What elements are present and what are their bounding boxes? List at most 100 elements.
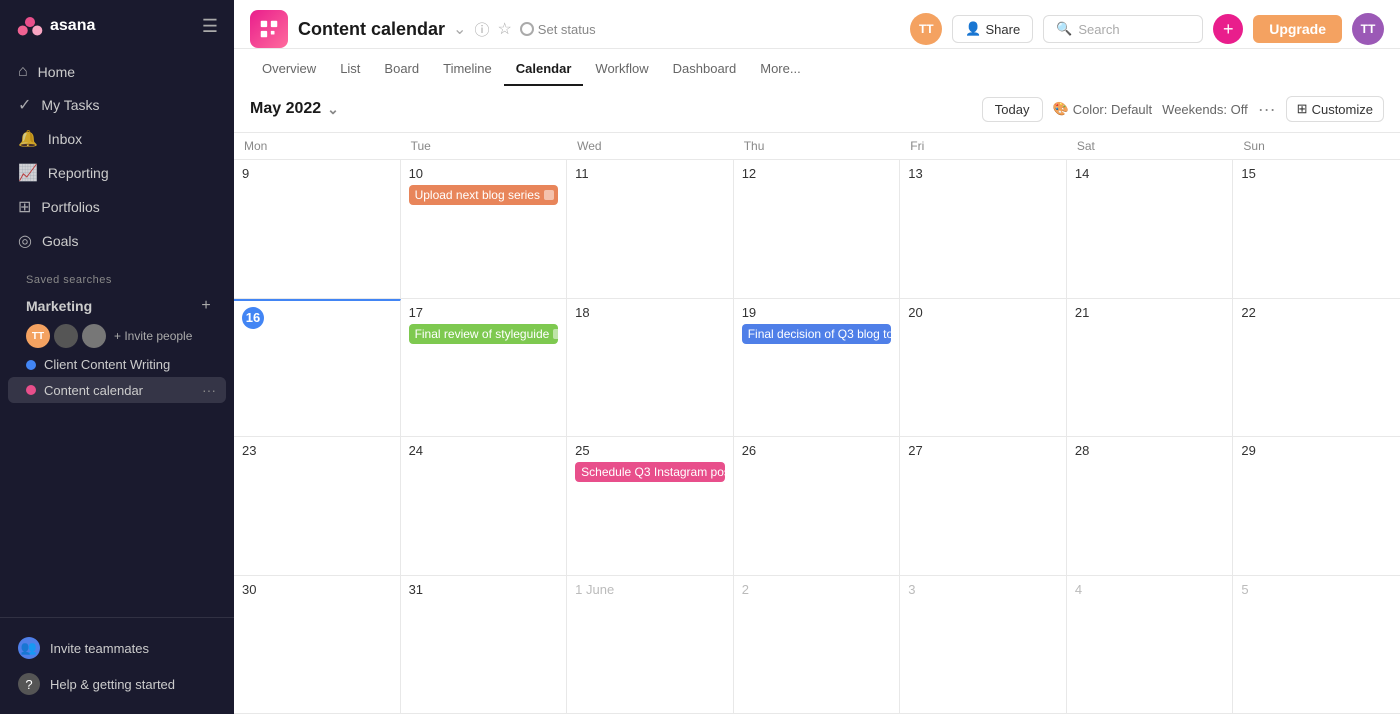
calendar-cell-3-0[interactable]: 30 (234, 576, 401, 714)
calendar-cell-3-5[interactable]: 4 (1067, 576, 1234, 714)
toolbar-right: Today 🎨 Color: Default Weekends: Off ···… (982, 96, 1384, 122)
share-button[interactable]: 👤 Share (952, 15, 1033, 43)
calendar-cell-0-2[interactable]: 11 (567, 160, 734, 298)
event-label: Schedule Q3 Instagram posts (581, 465, 725, 479)
bell-icon: 🔔 (18, 129, 38, 149)
calendar-cell-1-0[interactable]: 16 (234, 299, 401, 437)
cell-date-number: 27 (908, 443, 1058, 458)
sidebar-item-reporting[interactable]: 📈 Reporting (8, 156, 226, 190)
event-pill[interactable]: Upload next blog series (409, 185, 559, 205)
calendar-cell-2-5[interactable]: 28 (1067, 437, 1234, 575)
tab-more[interactable]: More... (748, 53, 812, 86)
sidebar-item-my-tasks[interactable]: ✓ My Tasks (8, 88, 226, 122)
calendar-cell-2-6[interactable]: 29 (1233, 437, 1400, 575)
event-pill[interactable]: Final decision of Q3 blog topics (742, 324, 892, 344)
tab-timeline[interactable]: Timeline (431, 53, 504, 86)
calendar-cell-1-6[interactable]: 22 (1233, 299, 1400, 437)
color-button[interactable]: 🎨 Color: Default (1053, 101, 1153, 117)
calendar-cell-3-4[interactable]: 3 (900, 576, 1067, 714)
asana-logo-text: asana (50, 17, 95, 35)
page-header: Content calendar ⌄ ⓘ ☆ Set status TT 👤 S… (234, 0, 1400, 49)
calendar-cell-0-0[interactable]: 9 (234, 160, 401, 298)
calendar-cell-2-2[interactable]: 25Schedule Q3 Instagram posts (567, 437, 734, 575)
invite-teammates-button[interactable]: 👥 Invite teammates (8, 630, 226, 666)
marketing-title: Marketing (26, 298, 92, 314)
event-dot-icon (553, 329, 558, 339)
asana-logo[interactable]: asana (16, 12, 95, 40)
cell-date-number: 10 (409, 166, 559, 181)
cell-date-number: 22 (1241, 305, 1392, 320)
weekends-button[interactable]: Weekends: Off (1162, 102, 1248, 117)
calendar-cell-0-4[interactable]: 13 (900, 160, 1067, 298)
header-avatar: TT (910, 13, 942, 45)
invite-people-label: + Invite people (114, 329, 192, 343)
tab-overview[interactable]: Overview (250, 53, 328, 86)
cal-header-sun: Sun (1233, 133, 1400, 159)
calendar-cell-0-3[interactable]: 12 (734, 160, 901, 298)
star-icon[interactable]: ☆ (497, 19, 511, 39)
customize-button[interactable]: ⊞ Customize (1286, 96, 1384, 122)
calendar-cell-3-6[interactable]: 5 (1233, 576, 1400, 714)
calendar-cell-1-2[interactable]: 18 (567, 299, 734, 437)
calendar-header-row: MonTueWedThuFriSatSun (234, 133, 1400, 160)
sidebar-item-client-content[interactable]: Client Content Writing (8, 352, 226, 377)
sidebar-item-inbox[interactable]: 🔔 Inbox (8, 122, 226, 156)
tab-board[interactable]: Board (372, 53, 431, 86)
upgrade-label: Upgrade (1269, 21, 1326, 37)
upgrade-button[interactable]: Upgrade (1253, 15, 1342, 43)
search-placeholder: Search (1078, 22, 1119, 37)
calendar-cell-3-2[interactable]: 1 June (567, 576, 734, 714)
cal-header-sat: Sat (1067, 133, 1234, 159)
sidebar-item-content-calendar[interactable]: Content calendar ··· (8, 377, 226, 403)
calendar-cell-1-3[interactable]: 19 Final decision of Q3 blog topics (734, 299, 901, 437)
hamburger-icon[interactable]: ☰ (202, 16, 218, 37)
tab-dashboard[interactable]: Dashboard (661, 53, 749, 86)
calendar-cell-3-1[interactable]: 31 (401, 576, 568, 714)
calendar-cell-1-1[interactable]: 17 Final review of styleguide (401, 299, 568, 437)
calendar-cell-2-0[interactable]: 23 (234, 437, 401, 575)
cell-date-number: 19 (742, 305, 892, 320)
calendar-cell-1-4[interactable]: 20 (900, 299, 1067, 437)
invite-teammates-label: Invite teammates (50, 641, 149, 656)
user-avatar[interactable]: TT (1352, 13, 1384, 45)
calendar-cell-2-4[interactable]: 27 (900, 437, 1067, 575)
cell-date-number: 17 (409, 305, 559, 320)
today-label: Today (995, 102, 1030, 117)
calendar-cell-2-1[interactable]: 24 (401, 437, 568, 575)
calendar-cell-0-5[interactable]: 14 (1067, 160, 1234, 298)
month-selector[interactable]: May 2022 ⌄ (250, 100, 339, 118)
calendar-cell-2-3[interactable]: 26 (734, 437, 901, 575)
today-button[interactable]: Today (982, 97, 1043, 122)
sidebar-item-my-tasks-label: My Tasks (41, 97, 99, 113)
calendar-week-2: 232425Schedule Q3 Instagram posts 26 27 282… (234, 437, 1400, 576)
weekends-label: Weekends: Off (1162, 102, 1248, 117)
sidebar-item-portfolios[interactable]: ⊞ Portfolios (8, 190, 226, 224)
more-options-button[interactable]: ··· (1258, 99, 1276, 120)
event-pill[interactable]: Schedule Q3 Instagram posts (575, 462, 725, 482)
calendar-cell-3-3[interactable]: 2 (734, 576, 901, 714)
cell-date-number: 26 (742, 443, 892, 458)
calendar-cell-0-6[interactable]: 15 (1233, 160, 1400, 298)
sidebar-item-goals-label: Goals (42, 233, 79, 249)
sidebar-item-goals[interactable]: ◎ Goals (8, 224, 226, 258)
set-status-button[interactable]: Set status (520, 22, 596, 37)
project-dot-client-content (26, 360, 36, 370)
sidebar-bottom: 👥 Invite teammates ? Help & getting star… (0, 617, 234, 714)
sidebar-item-home[interactable]: ⌂ Home (8, 56, 226, 88)
event-pill[interactable]: Final review of styleguide (409, 324, 559, 344)
cell-date-number: 21 (1075, 305, 1225, 320)
tab-calendar[interactable]: Calendar (504, 53, 584, 86)
calendar-cell-0-1[interactable]: 10 Upload next blog series (401, 160, 568, 298)
chevron-down-icon[interactable]: ⌄ (453, 19, 466, 39)
project-more-icon[interactable]: ··· (202, 382, 216, 398)
invite-people-button[interactable]: + Invite people (110, 329, 196, 343)
tab-list[interactable]: List (328, 53, 372, 86)
tab-workflow[interactable]: Workflow (583, 53, 660, 86)
info-icon[interactable]: ⓘ (474, 19, 489, 40)
calendar-week-1: 16 17 Final review of styleguide 18 19 Final … (234, 299, 1400, 438)
calendar-cell-1-5[interactable]: 21 (1067, 299, 1234, 437)
help-button[interactable]: ? Help & getting started (8, 666, 226, 702)
add-button[interactable]: + (1213, 14, 1243, 44)
marketing-add-button[interactable]: + (196, 296, 216, 316)
search-box[interactable]: 🔍 Search (1043, 15, 1203, 43)
